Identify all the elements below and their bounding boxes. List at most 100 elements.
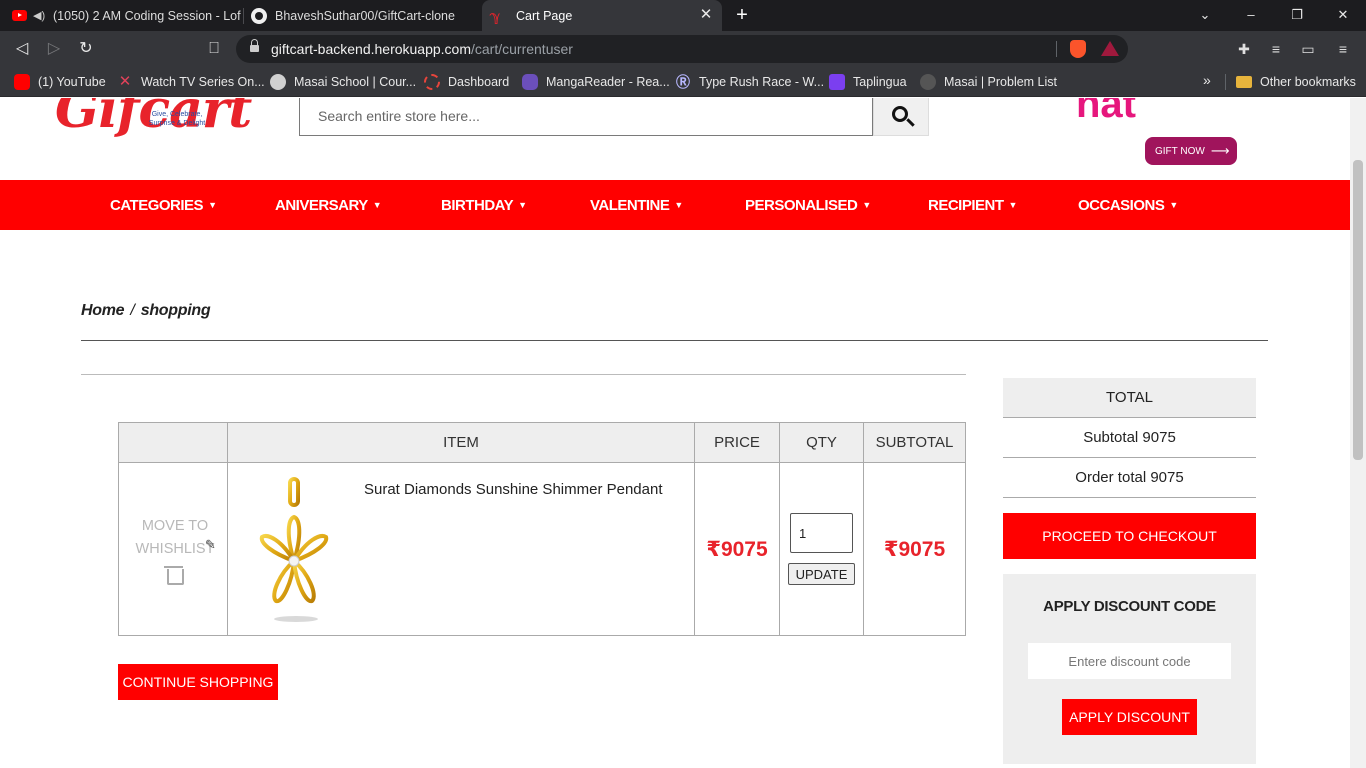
menu-personalised[interactable]: PERSONALISED ▼ (745, 197, 871, 214)
divider (81, 340, 1268, 341)
masai-icon (270, 74, 286, 90)
page-scrollbar[interactable] (1350, 98, 1366, 768)
bookmark-icon[interactable]: ⎕ (203, 38, 225, 60)
search-button[interactable] (873, 98, 929, 136)
page-content: Gifcart Give, Celebrate, Surprise & Deli… (0, 98, 1350, 768)
close-icon[interactable]: ✕ (698, 7, 714, 23)
chevron-down-icon: ▼ (862, 200, 871, 210)
new-tab-button[interactable]: + (731, 4, 753, 26)
product-name[interactable]: Surat Diamonds Sunshine Shimmer Pendant (364, 481, 663, 498)
table-cell-price: ₹9075 (695, 463, 780, 635)
breadcrumb-home[interactable]: Home (81, 302, 125, 319)
cart-table: ITEM PRICE QTY SUBTOTAL MOVE TO WHISHLIS… (118, 422, 966, 636)
menu-recipient[interactable]: RECIPIENT ▼ (928, 197, 1017, 214)
breadcrumb: Home / shopping (81, 302, 211, 320)
browser-toolbar: ◁ ▷ ↻ ⎕ giftcart-backend.herokuapp.com/c… (0, 31, 1366, 66)
proceed-to-checkout-button[interactable]: PROCEED TO CHECKOUT (1003, 513, 1256, 559)
reload-icon[interactable]: ↻ (75, 38, 97, 60)
menu-birthday[interactable]: BIRTHDAY ▼ (441, 197, 527, 214)
apply-discount-button[interactable]: APPLY DISCOUNT (1062, 699, 1197, 735)
star-icon (829, 74, 845, 90)
tab-github[interactable]: BhaveshSuthar00/GiftCart-clone (244, 0, 480, 31)
search-input[interactable] (300, 98, 872, 135)
tab-title: (1050) 2 AM Coding Session - Lofi (53, 8, 241, 23)
main-menu: CATEGORIES ▼ ANIVERSARY ▼ BIRTHDAY ▼ VALENT… (0, 180, 1350, 230)
menu-occasions[interactable]: OCCASIONS ▼ (1078, 197, 1178, 214)
product-subtotal: ₹9075 (883, 538, 946, 561)
menu-categories[interactable]: CATEGORIES ▼ (110, 197, 217, 214)
table-header-item: ITEM (228, 423, 695, 463)
pencil-icon[interactable]: ✎ (205, 537, 216, 553)
window-close-icon[interactable]: ✕ (1332, 4, 1354, 26)
menu-icon[interactable]: ≡ (1332, 38, 1354, 60)
minimize-icon[interactable]: – (1240, 4, 1262, 26)
bookmark-tv-series[interactable]: ✕ Watch TV Series On... (117, 72, 265, 92)
github-icon (251, 7, 267, 24)
restore-icon[interactable]: ❐ (1286, 4, 1308, 26)
trash-icon[interactable] (164, 566, 184, 585)
product-price: ₹9075 (706, 538, 768, 561)
logo-tagline: Give, Celebrate, Surprise & Delight (148, 111, 206, 127)
bookmark-taplingua[interactable]: Taplingua (829, 72, 907, 92)
continue-shopping-button[interactable]: CONTINUE SHOPPING (118, 664, 278, 700)
tab-search-icon[interactable]: ⌄ (1194, 4, 1216, 26)
chevron-down-icon: ▼ (518, 200, 527, 210)
table-cell-qty: UPDATE (780, 463, 864, 635)
browser-tab-strip: ◀) (1050) 2 AM Coding Session - Lofi Bha… (0, 0, 1366, 31)
other-bookmarks[interactable]: Other bookmarks (1236, 72, 1356, 92)
breadcrumb-current: shopping (140, 302, 211, 319)
bookmarks-overflow[interactable]: » (1203, 72, 1211, 88)
bookmark-masai-school[interactable]: Masai School | Cour... (270, 72, 416, 92)
bookmark-typerush[interactable]: Ⓡ Type Rush Race - W... (675, 72, 824, 92)
breadcrumb-separator: / (130, 302, 135, 319)
brave-shields-icon[interactable] (1070, 40, 1086, 58)
site-logo[interactable]: Gifcart Give, Celebrate, Surprise & Deli… (55, 98, 252, 150)
bookmark-mangareader[interactable]: MangaReader - Rea... (522, 72, 670, 92)
product-image-pendant[interactable] (256, 475, 336, 625)
playlist-icon[interactable]: ≡ (1265, 38, 1287, 60)
menu-aniversary[interactable]: ANIVERSARY ▼ (275, 197, 382, 214)
back-icon[interactable]: ◁ (11, 38, 33, 60)
bookmark-youtube[interactable]: (1) YouTube (14, 72, 106, 92)
discount-panel: APPLY DISCOUNT CODE APPLY DISCOUNT (1003, 574, 1256, 764)
update-button[interactable]: UPDATE (788, 563, 855, 585)
table-header-price: PRICE (695, 423, 780, 463)
chevron-down-icon: ▼ (372, 200, 382, 210)
folder-icon (1236, 76, 1252, 88)
divider (81, 374, 966, 375)
totals-heading: TOTAL (1003, 378, 1256, 418)
speaker-icon[interactable]: ◀) (33, 10, 45, 22)
lock-icon[interactable] (250, 39, 259, 54)
bookmarks-bar: (1) YouTube ✕ Watch TV Series On... Masai… (0, 66, 1366, 97)
quantity-input[interactable] (790, 513, 853, 553)
typerush-icon: Ⓡ (676, 74, 690, 90)
tab-youtube[interactable]: ◀) (1050) 2 AM Coding Session - Lofi (0, 0, 241, 31)
address-bar[interactable]: giftcart-backend.herokuapp.com/cart/curr… (236, 35, 1128, 63)
gift-now-button[interactable]: GIFT NOW ⟶ (1145, 137, 1237, 165)
masai-icon (920, 74, 936, 90)
brave-rewards-icon[interactable] (1101, 41, 1119, 56)
forward-icon[interactable]: ▷ (43, 38, 65, 60)
gift-now-label: GIFT NOW (1155, 145, 1205, 157)
search-icon (892, 106, 908, 122)
bookmark-dashboard[interactable]: Dashboard (424, 72, 509, 92)
youtube-icon (14, 74, 30, 90)
giftcart-icon: ℽ (490, 7, 501, 24)
chevron-down-icon: ▼ (674, 200, 683, 210)
table-cell-item: Surat Diamonds Sunshine Shimmer Pendant (228, 463, 695, 635)
subtotal-row: Subtotal 9075 (1003, 418, 1256, 458)
chevron-down-icon: ▼ (208, 200, 217, 210)
scrollbar-thumb[interactable] (1353, 160, 1363, 460)
extensions-icon[interactable]: ✚ (1233, 38, 1255, 60)
bookmark-masai-problems[interactable]: Masai | Problem List (920, 72, 1057, 92)
table-header-qty: QTY (780, 423, 864, 463)
divider (1225, 74, 1226, 90)
url-text[interactable]: giftcart-backend.herokuapp.com/cart/curr… (271, 41, 573, 57)
menu-valentine[interactable]: VALENTINE ▼ (590, 197, 683, 214)
tab-title: Cart Page (516, 8, 573, 23)
tab-cart-page[interactable]: ℽ Cart Page ✕ (482, 0, 722, 31)
discount-code-input[interactable] (1028, 643, 1231, 679)
dashboard-icon (424, 74, 440, 90)
wallet-icon[interactable]: ▭ (1297, 38, 1319, 60)
chevron-down-icon: ▼ (1169, 200, 1178, 210)
